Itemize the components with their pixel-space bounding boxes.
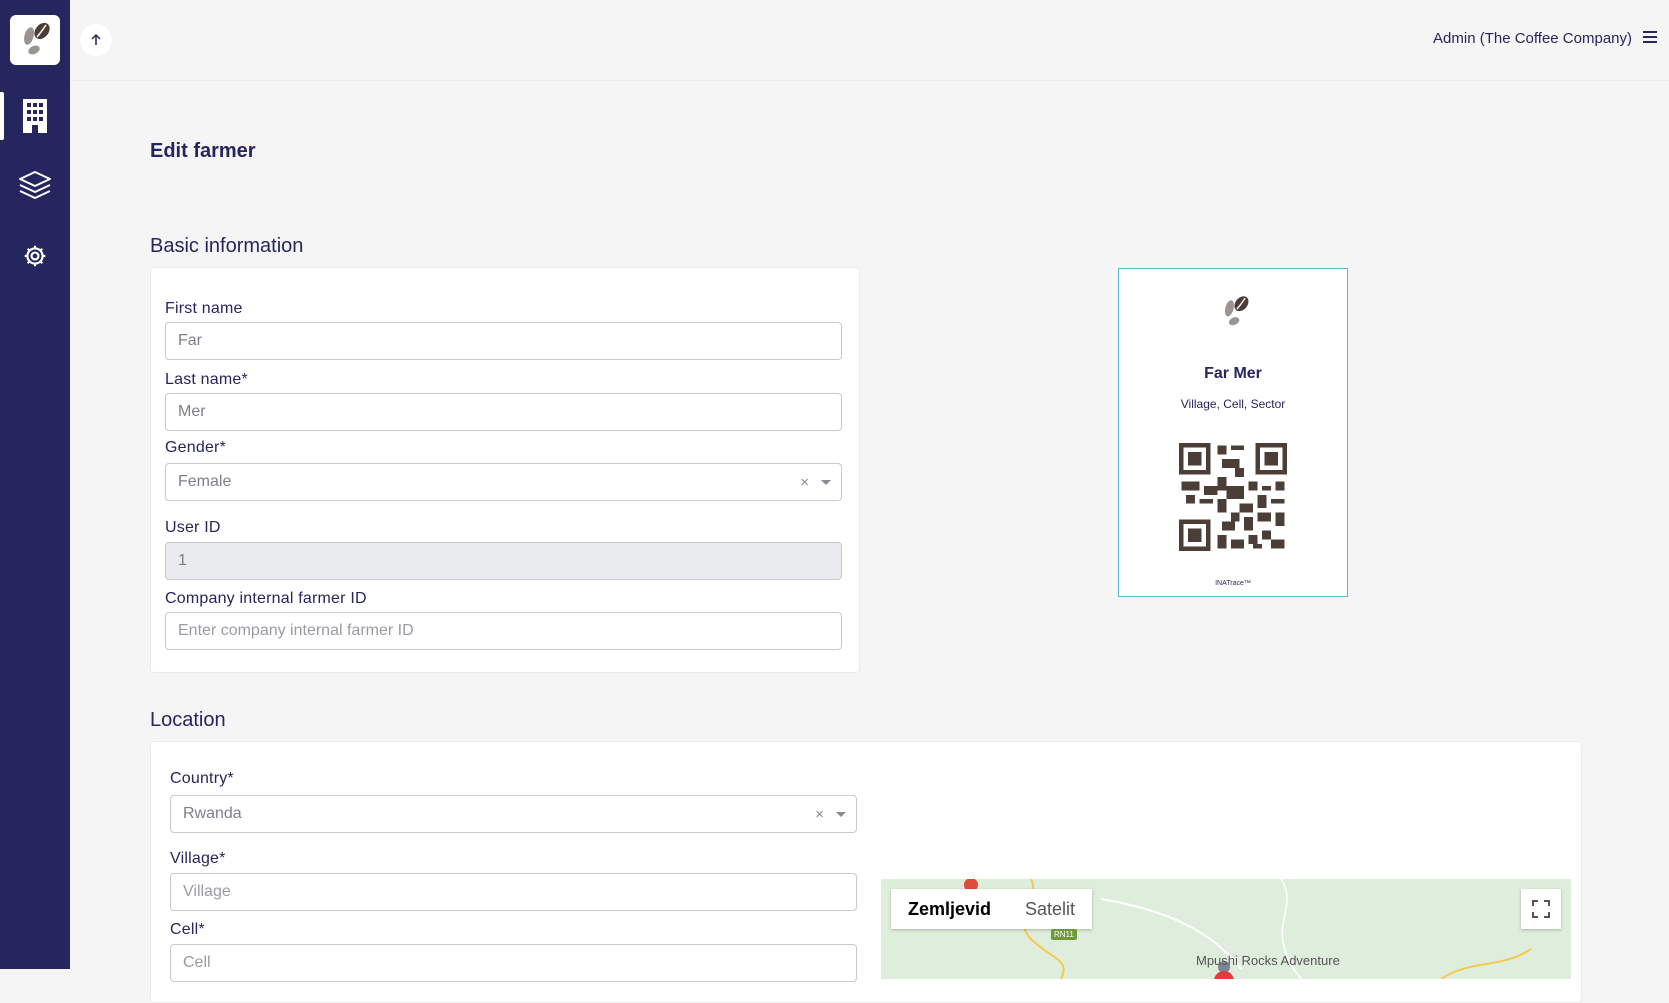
user-id-label: User ID — [165, 519, 221, 536]
farmer-name: Far Mer — [1204, 365, 1262, 382]
arrow-up-icon[interactable] — [80, 24, 112, 56]
chevron-down-icon[interactable] — [821, 480, 831, 485]
tab-satellite[interactable]: Satelit — [1008, 889, 1092, 929]
coffee-logo-icon[interactable] — [10, 15, 60, 65]
hamburger-icon[interactable] — [1643, 30, 1659, 49]
clear-icon[interactable]: × — [815, 806, 824, 823]
country-select[interactable]: Rwanda × — [170, 795, 857, 833]
last-name-label: Last name* — [165, 371, 248, 388]
first-name-label: First name — [165, 300, 243, 317]
road-badge: RN11 — [1051, 929, 1077, 940]
gender-select[interactable]: Female × — [165, 463, 842, 501]
layers-icon[interactable] — [0, 158, 70, 214]
map[interactable]: Zemljevid Satelit RN11 Mpushi Rocks Adve… — [881, 879, 1571, 979]
user-id-input: 1 — [165, 542, 842, 580]
farmer-address: Village, Cell, Sector — [1180, 397, 1286, 411]
village-input[interactable]: Village — [170, 873, 857, 911]
chevron-down-icon[interactable] — [836, 812, 846, 817]
tab-map[interactable]: Zemljevid — [891, 889, 1008, 929]
building-icon[interactable] — [0, 88, 70, 144]
village-label: Village* — [170, 850, 226, 867]
section-title-location: Location — [150, 709, 226, 731]
country-label: Country* — [170, 770, 234, 787]
coffee-logo-icon — [1224, 296, 1249, 326]
country-value: Rwanda — [183, 805, 242, 822]
map-type-tabs: Zemljevid Satelit — [891, 889, 1093, 929]
farmer-card: Far Mer Village, Cell, Sector INATrace™ — [1118, 268, 1348, 597]
gender-label: Gender* — [165, 439, 226, 456]
map-place-label: Mpushi Rocks Adventure — [1196, 953, 1340, 968]
section-title-basic: Basic information — [150, 235, 304, 257]
sidebar — [0, 0, 70, 969]
user-account-label[interactable]: Admin (The Coffee Company) — [1433, 30, 1632, 47]
qr-code-icon — [1177, 441, 1289, 553]
internal-id-input[interactable]: Enter company internal farmer ID — [165, 612, 842, 650]
fullscreen-icon[interactable] — [1521, 889, 1561, 929]
brand-label: INATrace™ — [1215, 580, 1251, 587]
cell-label: Cell* — [170, 921, 205, 938]
cell-input[interactable]: Cell — [170, 944, 857, 982]
internal-id-label: Company internal farmer ID — [165, 590, 367, 607]
gender-value: Female — [178, 473, 232, 490]
clear-icon[interactable]: × — [800, 474, 809, 491]
first-name-input[interactable]: Far — [165, 322, 842, 360]
top-bar — [70, 0, 1669, 81]
gear-icon[interactable] — [0, 228, 70, 284]
page-title: Edit farmer — [150, 140, 256, 162]
last-name-input[interactable]: Mer — [165, 393, 842, 431]
